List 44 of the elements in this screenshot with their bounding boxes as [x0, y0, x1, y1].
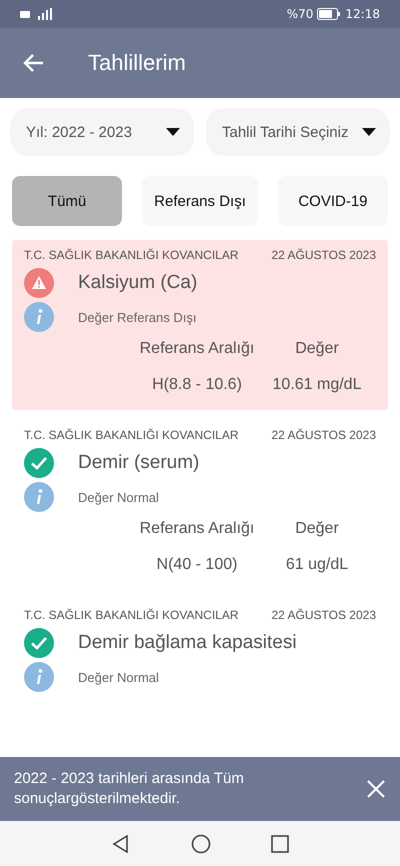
result-date: 22 AĞUSTOS 2023 [271, 248, 376, 262]
warning-icon [24, 268, 54, 298]
filter-tab[interactable]: Tümü [12, 176, 122, 226]
column-heading: Referans Aralığı [138, 340, 256, 358]
result-status: Değer Normal [78, 490, 159, 504]
recents-nav-button[interactable] [271, 834, 289, 852]
dropdown-field[interactable]: Tahlil Tarihi Seçiniz [206, 108, 390, 156]
column-heading: Değer [294, 520, 340, 538]
dropdown-caret-icon [166, 128, 180, 136]
result-date: 22 AĞUSTOS 2023 [271, 428, 376, 442]
institution-name: T.C. SAĞLIK BAKANLIĞI KOVANCILAR [24, 428, 239, 442]
close-button[interactable] [366, 779, 386, 799]
result-value: 61 ug/dL [284, 556, 350, 574]
reference-range: N(40 - 100) [156, 556, 238, 574]
info-icon [24, 302, 54, 332]
result-card[interactable]: T.C. SAĞLIK BAKANLIĞI KOVANCILAR 22 AĞUSTOS 2023 Kalsiyum (Ca) Değer Referans Dışı Referans Aralığı Değer H(8.8 - 10.6) 10.61 mg/dL [12, 240, 388, 410]
result-status: Değer Referans Dışı [78, 310, 196, 324]
battery-percentage: %70 [286, 7, 314, 21]
page-title: Tahlillerim [88, 50, 186, 76]
institution-name: T.C. SAĞLIK BAKANLIĞI KOVANCILAR [24, 248, 239, 262]
dropdown-field[interactable]: Yıl: 2022 - 2023 [10, 108, 194, 156]
filter-tab[interactable]: COVID-19 [278, 176, 388, 226]
institution-name: T.C. SAĞLIK BAKANLIĞI KOVANCILAR [24, 608, 239, 622]
home-nav-button[interactable] [191, 834, 211, 854]
column-heading: Değer [294, 340, 340, 358]
signal-icon [20, 8, 54, 20]
dropdown-caret-icon [362, 128, 376, 136]
result-value: 10.61 mg/dL [272, 376, 362, 394]
snackbar-message: 2022 - 2023 tarihleri arasında Tüm sonuçlargösterilmektedir. [14, 769, 245, 809]
reference-range: H(8.8 - 10.6) [151, 376, 243, 394]
back-nav-button[interactable] [111, 834, 131, 854]
result-date: 22 AĞUSTOS 2023 [271, 608, 376, 622]
clock: 12:18 [345, 7, 380, 21]
info-icon [24, 482, 54, 512]
check-icon [24, 628, 54, 658]
check-icon [24, 448, 54, 478]
result-status: Değer Normal [78, 670, 159, 684]
column-heading: Referans Aralığı [138, 520, 256, 538]
filter-tab[interactable]: Referans Dışı [142, 176, 258, 226]
test-name: Demir bağlama kapasitesi [78, 632, 297, 654]
test-name: Kalsiyum (Ca) [78, 272, 198, 294]
info-icon [24, 662, 54, 692]
battery-icon [317, 8, 342, 20]
test-name: Demir (serum) [78, 452, 200, 474]
